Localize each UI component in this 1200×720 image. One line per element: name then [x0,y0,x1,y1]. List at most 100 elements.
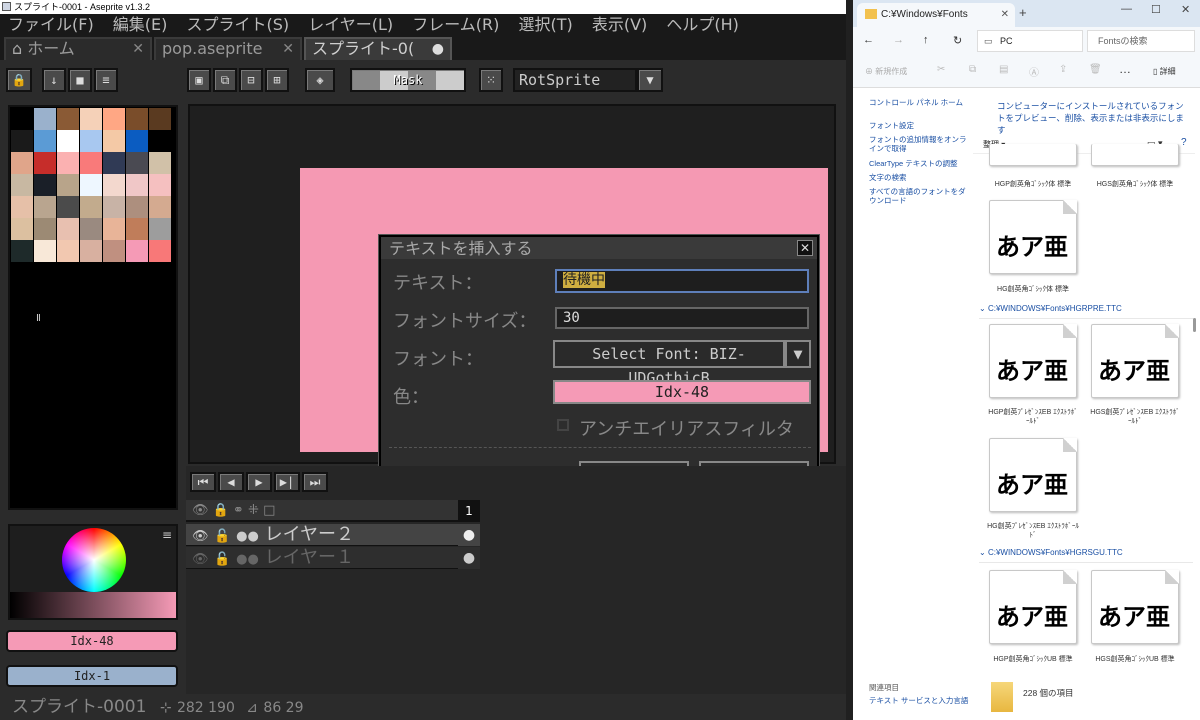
palette-swatch[interactable] [149,152,171,174]
share-icon[interactable]: ⇪ [1059,64,1067,75]
group-header[interactable]: ⌄ C:¥WINDOWS¥Fonts¥HGRPRE.TTC [979,304,1122,313]
palette-swatch[interactable] [57,240,79,262]
layer-row[interactable]: 👁 🔓 ●● レイヤー１ [186,547,458,569]
eye-icon[interactable]: 👁 [192,552,209,567]
tab-pop[interactable]: pop.aseprite ✕ [154,37,302,60]
selection-add-icon[interactable]: ⧉ [213,68,237,92]
palette-swatch[interactable] [126,108,148,130]
link-text-services[interactable]: テキスト サービスと入力言語 [869,696,968,705]
font-file-icon[interactable]: あア亜 [989,324,1077,398]
group-header[interactable]: ⌄ C:¥WINDOWS¥Fonts¥HGRSGU.TTC [979,548,1123,557]
palette-swatch[interactable] [103,174,125,196]
help-icon[interactable]: ? [1181,137,1187,148]
previous-frame-icon[interactable]: ◀ [218,472,244,492]
palette-swatch[interactable] [149,196,171,218]
mask-color-button[interactable]: Mask [350,68,466,92]
back-icon[interactable]: ← [863,34,874,46]
menu-help[interactable]: ヘルプ(H) [666,14,739,36]
color-wheel[interactable] [62,528,126,592]
palette-swatch[interactable] [80,196,102,218]
selection-subtract-icon[interactable]: ⊟ [239,68,263,92]
palette-swatch[interactable] [103,152,125,174]
background-color-button[interactable]: Idx-1 [6,665,178,687]
paste-icon[interactable]: ▤ [999,64,1008,75]
up-icon[interactable]: ↑ [923,34,929,46]
explorer-tab[interactable]: C:¥Windows¥Fonts ✕ [857,3,1015,27]
palette-swatch[interactable] [57,152,79,174]
font-file-icon[interactable]: あア亜 [989,200,1077,274]
select-font-button[interactable]: Select Font: BIZ-UDGothicB [553,340,785,387]
address-bar[interactable]: ▭ PC [977,30,1083,52]
palette-resize-handle-icon[interactable]: Ⅱ [36,313,41,324]
refresh-icon[interactable]: ↻ [953,34,962,47]
save-icon[interactable]: ■ [68,68,92,92]
palette-swatch[interactable] [34,130,56,152]
palette-swatch[interactable] [103,218,125,240]
chevron-down-icon[interactable]: ▼ [785,340,811,368]
maximize-icon[interactable]: ☐ [1151,3,1161,16]
palette-swatch[interactable] [126,196,148,218]
menu-icon[interactable]: ≡ [94,68,118,92]
menu-edit[interactable]: 編集(E) [113,14,168,36]
palette-swatch[interactable] [11,130,33,152]
close-icon[interactable]: ✕ [1001,3,1009,27]
lock-icon[interactable]: 🔓 [214,552,230,567]
link-find-character[interactable]: 文字の検索 [869,173,907,182]
play-icon[interactable]: ▶ [246,472,272,492]
palette-swatch[interactable] [126,130,148,152]
palette-swatch[interactable] [57,218,79,240]
palette-swatch[interactable] [11,152,33,174]
frame-number-header[interactable]: 1 [458,500,480,522]
lock-icon[interactable]: 🔓 [214,529,230,544]
link-icon[interactable]: ⚭ [233,503,244,518]
eye-icon[interactable]: 👁 [192,529,209,544]
reference-icon[interactable]: ⁜ [248,503,259,518]
minimize-icon[interactable]: — [1121,3,1132,15]
menu-sprite[interactable]: スプライト(S) [187,14,290,36]
rotation-algorithm-select[interactable]: RotSprite [513,68,637,92]
link-get-fonts-online[interactable]: フォントの追加情報をオンラインで取得 [869,135,969,153]
palette-swatch[interactable] [11,196,33,218]
menu-layer[interactable]: レイヤー(L) [308,14,393,36]
new-tab-icon[interactable]: + [1019,5,1027,20]
link-icon[interactable]: ●● [236,529,259,544]
cut-icon[interactable]: ✂ [937,64,945,75]
font-file-icon[interactable]: あア亜 [989,570,1077,644]
menu-view[interactable]: 表示(V) [592,14,647,36]
scrollbar[interactable] [1193,318,1196,332]
lock-icon[interactable]: 🔒 [213,503,229,518]
palette-swatch[interactable] [103,196,125,218]
font-size-input[interactable]: 30 [555,307,809,329]
link-download-all-fonts[interactable]: すべての言語のフォントをダウンロード [869,187,971,205]
palette-swatch[interactable] [149,240,171,262]
arrow-down-icon[interactable]: ↓ [42,68,66,92]
palette-swatch[interactable] [57,130,79,152]
link-control-panel-home[interactable]: コントロール パネル ホーム [869,98,963,107]
palette-swatch[interactable] [149,174,171,196]
palette-swatch[interactable] [34,108,56,130]
modified-dot-icon[interactable]: ● [432,39,444,59]
new-button[interactable]: ⊕ 新規作成 [865,66,907,77]
palette-swatch[interactable] [80,130,102,152]
font-file-icon[interactable]: あア亜 [1091,570,1179,644]
palette-swatch[interactable] [126,174,148,196]
selection-intersect-icon[interactable]: ⊞ [265,68,289,92]
palette-swatch[interactable] [126,218,148,240]
palette-swatch[interactable] [103,240,125,262]
lock-icon[interactable]: 🔒 [6,68,32,92]
next-frame-icon[interactable]: ▶| [274,472,300,492]
palette-swatch[interactable] [57,174,79,196]
cel-icon[interactable]: ● [458,524,480,546]
tab-sprite[interactable]: スプライト-0( ● [304,37,452,60]
palette-swatch[interactable] [80,108,102,130]
font-file-icon[interactable]: あア亜 [989,438,1077,512]
rename-icon[interactable]: Ⓐ [1029,64,1039,79]
close-window-icon[interactable]: ✕ [1181,3,1190,16]
palette-swatch[interactable] [80,240,102,262]
details-button[interactable]: ▯ 詳細 [1153,66,1176,77]
palette-swatch[interactable] [80,174,102,196]
selection-replace-icon[interactable]: ▣ [187,68,211,92]
last-frame-icon[interactable]: ⏭ [302,472,328,492]
forward-icon[interactable]: → [893,34,904,46]
palette-swatch[interactable] [57,196,79,218]
